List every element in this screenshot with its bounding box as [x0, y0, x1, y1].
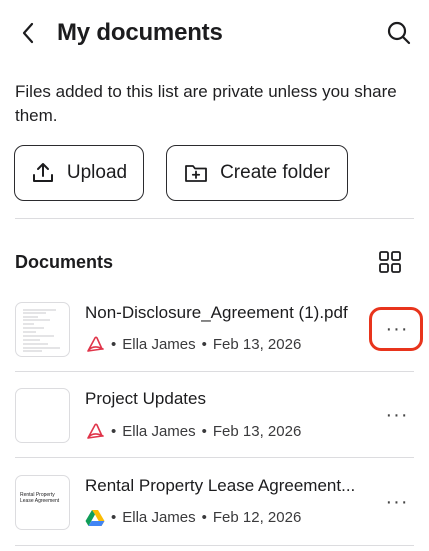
document-owner: Ella James [122, 422, 196, 440]
separator-dot: • [201, 509, 207, 526]
page-title: My documents [57, 19, 223, 46]
separator-dot: • [201, 422, 207, 440]
list-item[interactable]: Rental Property Lease Agreement Rental P… [0, 475, 429, 551]
privacy-info-text: Files added to this list are private unl… [15, 82, 397, 125]
separator-dot: • [111, 335, 117, 353]
search-button[interactable] [384, 18, 414, 48]
grid-view-button[interactable] [377, 249, 403, 275]
create-folder-label: Create folder [220, 162, 330, 183]
grid-view-icon [379, 251, 401, 273]
acrobat-icon [87, 336, 104, 352]
divider [15, 371, 414, 372]
separator-dot: • [111, 422, 117, 440]
search-icon [387, 21, 411, 45]
acrobat-icon [87, 423, 104, 439]
upload-label: Upload [66, 162, 128, 183]
separator-dot: • [201, 335, 207, 353]
google-drive-icon [85, 510, 105, 526]
list-item[interactable]: Project Updates • Ella James • Feb 13, 2… [0, 388, 429, 474]
document-thumbnail [15, 302, 70, 357]
divider [15, 457, 414, 458]
document-date: Feb 12, 2026 [212, 509, 302, 526]
create-folder-button[interactable]: Create folder [166, 145, 348, 201]
document-title: Rental Property Lease Agreement... [85, 476, 356, 495]
app-header: My documents [0, 0, 429, 66]
back-button[interactable] [14, 18, 42, 48]
document-owner: Ella James [122, 335, 196, 353]
divider [15, 218, 414, 219]
upload-icon [32, 163, 53, 182]
document-meta: • Ella James • Feb 13, 2026 [85, 335, 301, 353]
more-options-button[interactable]: ··· [380, 489, 414, 515]
divider [15, 545, 414, 546]
upload-button[interactable]: Upload [14, 145, 144, 201]
thumbnail-text: Rental Property Lease Agreement [20, 492, 60, 504]
document-thumbnail: Rental Property Lease Agreement [15, 475, 70, 530]
more-options-button[interactable]: ··· [380, 402, 414, 428]
document-meta: • Ella James • Feb 13, 2026 [85, 422, 301, 440]
separator-dot: • [111, 509, 117, 526]
document-thumbnail [15, 388, 70, 443]
document-title: Project Updates [85, 389, 206, 408]
chevron-left-icon [22, 22, 34, 44]
document-owner: Ella James [122, 509, 196, 526]
document-date: Feb 13, 2026 [212, 422, 302, 440]
document-title: Non-Disclosure_Agreement (1).pdf [85, 303, 348, 322]
document-meta: • Ella James • Feb 12, 2026 [85, 509, 301, 526]
list-item[interactable]: Non-Disclosure_Agreement (1).pdf • Ella … [0, 302, 429, 388]
highlight-annotation [369, 307, 423, 351]
folder-add-icon [185, 165, 207, 182]
documents-section-title: Documents [15, 252, 114, 272]
document-date: Feb 13, 2026 [212, 335, 302, 353]
